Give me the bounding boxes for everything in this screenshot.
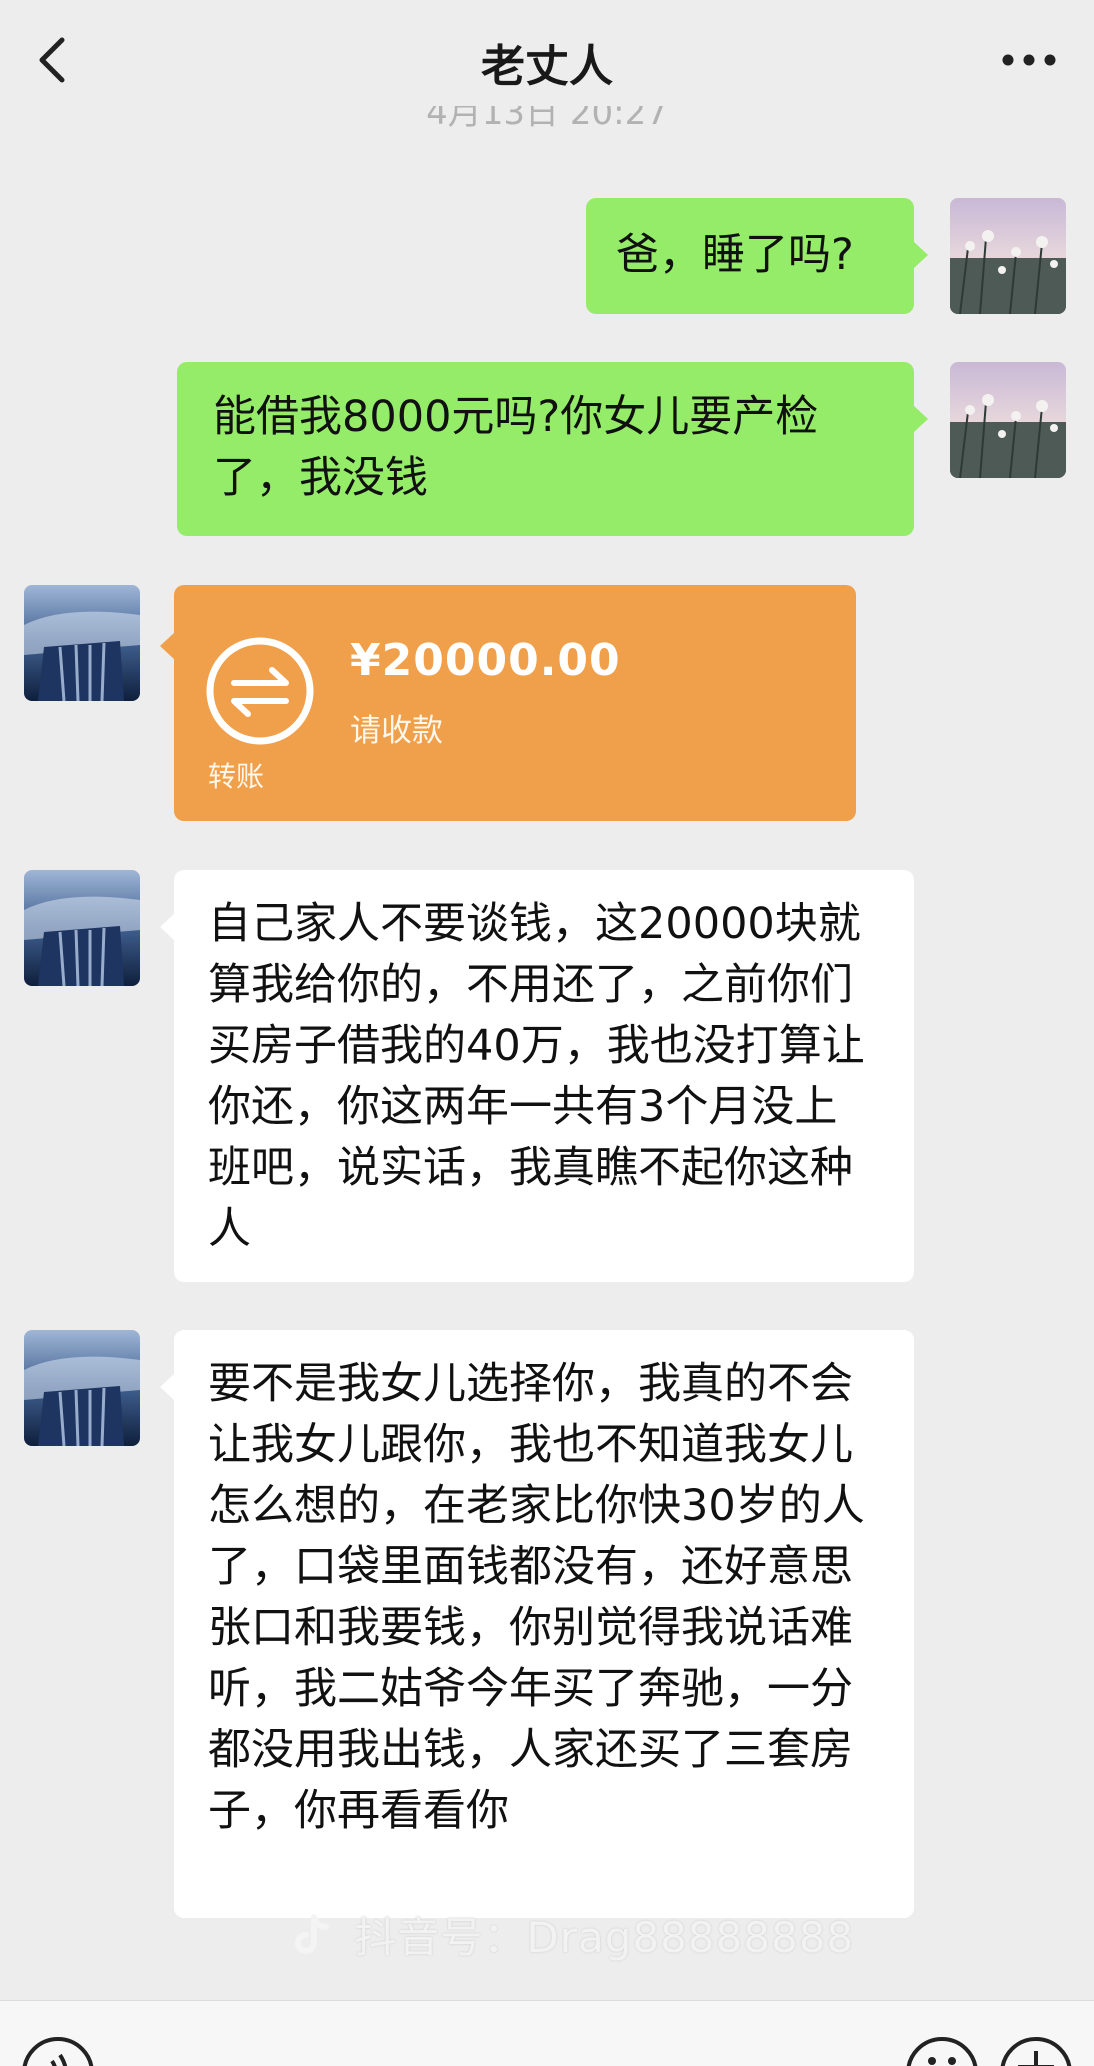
transfer-amount: ¥20000.00 <box>350 635 621 686</box>
contact-avatar[interactable] <box>24 585 140 701</box>
bubble-tail <box>914 406 928 432</box>
voice-button[interactable] <box>22 2037 94 2066</box>
message-text: 要不是我女儿选择你，我真的不会让我女儿跟你，我也不知道我女儿怎么想的，在老家比你… <box>208 1359 865 1836</box>
more-button[interactable] <box>994 30 1064 90</box>
chat-screen: 老丈人 4月13日 20:27 爸，睡了吗? 能借我8000元吗?你女儿要产检了… <box>0 0 1094 2066</box>
received-message-bubble[interactable]: 自己家人不要谈钱，这20000块就算我给你的，不用还了，之前你们买房子借我的40… <box>160 870 914 1282</box>
message-text: 爸，睡了吗? <box>616 230 854 280</box>
bubble-tail <box>160 1374 174 1400</box>
transfer-status: 请收款 <box>350 713 443 749</box>
bubble-tail <box>160 633 174 659</box>
message-text: 自己家人不要谈钱，这20000块就算我给你的，不用还了，之前你们买房子借我的40… <box>208 899 865 1254</box>
transfer-card[interactable]: ¥20000.00 请收款 转账 <box>160 585 856 821</box>
chat-title: 老丈人 <box>481 41 613 92</box>
more-dots-icon <box>1002 54 1056 66</box>
input-bar <box>0 2000 1094 2066</box>
watermark-text: 抖音号：Drag88888888 <box>354 1913 855 1962</box>
waterfall-avatar-image <box>24 1330 140 1446</box>
emoji-button[interactable] <box>906 2037 978 2066</box>
flower-landscape-avatar-image <box>950 198 1066 314</box>
waterfall-avatar-image <box>24 585 140 701</box>
contact-avatar[interactable] <box>24 1330 140 1446</box>
waterfall-avatar-image <box>24 870 140 986</box>
bubble-tail <box>914 242 928 268</box>
sent-message-bubble[interactable]: 爸，睡了吗? <box>586 198 928 314</box>
message-timestamp: 4月13日 20:27 <box>426 106 668 133</box>
contact-avatar[interactable] <box>24 870 140 986</box>
flower-landscape-avatar-image <box>950 362 1066 478</box>
douyin-logo-icon <box>295 1913 329 1954</box>
message-text: 能借我8000元吗?你女儿要产检了，我没钱 <box>213 392 819 503</box>
transfer-label: 转账 <box>208 760 265 793</box>
bubble-tail <box>160 914 174 940</box>
voice-icon <box>50 2053 68 2066</box>
plus-button[interactable] <box>1000 2037 1072 2066</box>
plus-icon <box>1018 2051 1054 2066</box>
my-avatar[interactable] <box>950 362 1066 478</box>
received-message-bubble[interactable]: 要不是我女儿选择你，我真的不会让我女儿跟你，我也不知道我女儿怎么想的，在老家比你… <box>160 1330 914 1918</box>
douyin-watermark: 抖音号：Drag88888888 <box>292 1904 854 1964</box>
chat-header: 老丈人 <box>0 0 1094 118</box>
sent-message-bubble[interactable]: 能借我8000元吗?你女儿要产检了，我没钱 <box>177 362 928 536</box>
emoji-icon <box>928 2057 956 2065</box>
my-avatar[interactable] <box>950 198 1066 314</box>
transfer-arrows-icon <box>206 637 314 745</box>
